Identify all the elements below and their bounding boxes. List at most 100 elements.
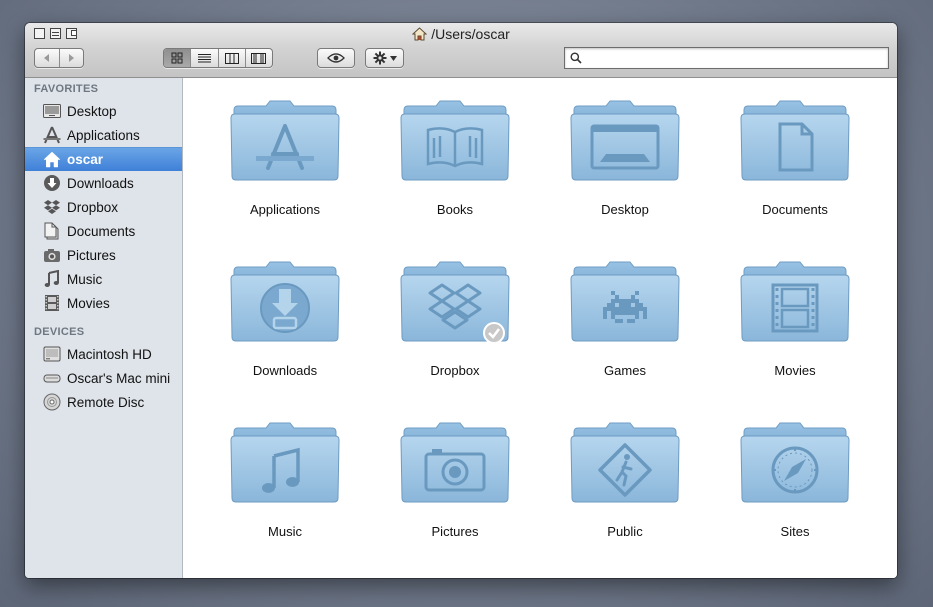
folder-label: Pictures — [431, 524, 479, 539]
applications-icon — [230, 100, 340, 181]
back-forward-control — [34, 48, 84, 68]
back-button[interactable] — [35, 49, 60, 67]
sidebar-item-label: Downloads — [67, 175, 134, 191]
sidebar-item-desktop[interactable]: Desktop — [25, 99, 182, 123]
folder-label: Public — [607, 524, 643, 539]
desktop-icon — [570, 100, 680, 181]
eye-icon — [327, 53, 345, 63]
sidebar-item-downloads[interactable]: Downloads — [25, 171, 182, 195]
sidebar: FAVORITES Desktop Applications oscar Dow… — [25, 78, 183, 578]
sidebar-item-label: Movies — [67, 295, 110, 311]
folder-label: Desktop — [601, 202, 649, 217]
desktop-icon — [42, 101, 62, 121]
list-view-button[interactable] — [191, 49, 219, 67]
window-title: /Users/oscar — [25, 25, 897, 43]
view-mode-control — [163, 48, 273, 68]
sidebar-item-oscar[interactable]: oscar — [25, 147, 182, 171]
forward-arrow-icon — [69, 54, 75, 62]
sidebar-item-label: Remote Disc — [67, 394, 145, 410]
book-icon — [400, 100, 510, 181]
list-view-icon — [197, 53, 211, 62]
folder-desktop[interactable]: Desktop — [540, 100, 710, 250]
quick-look-button[interactable] — [317, 48, 355, 68]
window-title-text: /Users/oscar — [431, 26, 510, 42]
favorites-header: FAVORITES — [34, 83, 99, 95]
pedestrian-sign-icon — [570, 422, 680, 503]
folder-pictures[interactable]: Pictures — [370, 422, 540, 572]
forward-button[interactable] — [60, 49, 84, 67]
disc-icon — [42, 392, 62, 412]
applications-icon — [42, 125, 62, 145]
download-icon — [230, 261, 340, 342]
action-menu-button[interactable] — [365, 48, 404, 68]
sidebar-item-label: Pictures — [67, 247, 116, 263]
finder-window: /Users/oscar FAVORITES Desktop Applicati… — [25, 23, 897, 578]
folder-label: Music — [268, 524, 302, 539]
sidebar-item-documents[interactable]: Documents — [25, 219, 182, 243]
sidebar-item-remote-disc[interactable]: Remote Disc — [25, 390, 182, 414]
camera-icon — [400, 422, 510, 503]
cover-flow-icon — [251, 52, 267, 64]
mac-mini-icon — [42, 368, 62, 388]
folder-games[interactable]: Games — [540, 261, 710, 411]
chevron-down-icon — [389, 55, 397, 61]
sidebar-item-label: Dropbox — [67, 199, 119, 215]
column-view-button[interactable] — [219, 49, 246, 67]
folder-applications[interactable]: Applications — [200, 100, 370, 250]
folder-label: Downloads — [252, 363, 318, 378]
icon-view-icon — [171, 52, 183, 64]
sidebar-item-label: Applications — [67, 127, 140, 143]
sidebar-item-music[interactable]: Music — [25, 267, 182, 291]
search-icon — [570, 52, 582, 64]
hard-drive-icon — [42, 344, 62, 364]
devices-header: DEVICES — [34, 326, 85, 338]
folder-downloads[interactable]: Downloads — [200, 261, 370, 411]
downloads-icon — [42, 173, 62, 193]
search-field[interactable] — [564, 47, 889, 69]
sidebar-item-label: Documents — [67, 223, 136, 239]
document-icon — [740, 100, 850, 181]
dropbox-icon — [400, 261, 510, 344]
sidebar-item-pictures[interactable]: Pictures — [25, 243, 182, 267]
folder-music[interactable]: Music — [200, 422, 370, 572]
sidebar-item-applications[interactable]: Applications — [25, 123, 182, 147]
camera-icon — [42, 245, 62, 265]
folder-label: Movies — [774, 363, 816, 378]
music-note-icon — [230, 422, 340, 503]
space-invader-icon — [570, 261, 680, 342]
cover-flow-button[interactable] — [246, 49, 272, 67]
back-arrow-icon — [43, 54, 49, 62]
sidebar-item-dropbox[interactable]: Dropbox — [25, 195, 182, 219]
film-icon — [42, 293, 62, 313]
folder-sites[interactable]: Sites — [710, 422, 880, 572]
folder-documents[interactable]: Documents — [710, 100, 880, 250]
folder-label: Games — [604, 363, 646, 378]
gear-icon — [373, 51, 386, 65]
column-view-icon — [224, 52, 239, 64]
search-input[interactable] — [587, 50, 886, 67]
compass-icon — [740, 422, 850, 503]
home-icon — [411, 27, 428, 45]
folder-dropbox[interactable]: Dropbox — [370, 261, 540, 411]
folder-movies[interactable]: Movies — [710, 261, 880, 411]
folder-label: Books — [436, 202, 474, 217]
folder-books[interactable]: Books — [370, 100, 540, 250]
sidebar-item-label: oscar — [67, 152, 104, 167]
music-note-icon — [42, 269, 62, 289]
film-icon — [740, 261, 850, 342]
icon-view-button[interactable] — [164, 49, 192, 67]
dropbox-icon — [42, 197, 62, 217]
folder-grid: Applications Books Desktop Documents Dow… — [183, 78, 897, 578]
sidebar-item-macintosh-hd[interactable]: Macintosh HD — [25, 342, 182, 366]
sidebar-item-label: Desktop — [67, 103, 117, 119]
folder-label: Dropbox — [430, 363, 480, 378]
folder-public[interactable]: Public — [540, 422, 710, 572]
sidebar-item-label: Macintosh HD — [67, 346, 152, 362]
folder-label: Documents — [762, 202, 828, 217]
home-icon — [42, 150, 62, 170]
sidebar-item-label: Oscar's Mac mini — [67, 370, 171, 386]
documents-icon — [42, 221, 62, 241]
sidebar-item-movies[interactable]: Movies — [25, 291, 182, 315]
sidebar-item-mac-mini[interactable]: Oscar's Mac mini — [25, 366, 182, 390]
folder-label: Sites — [780, 524, 810, 539]
